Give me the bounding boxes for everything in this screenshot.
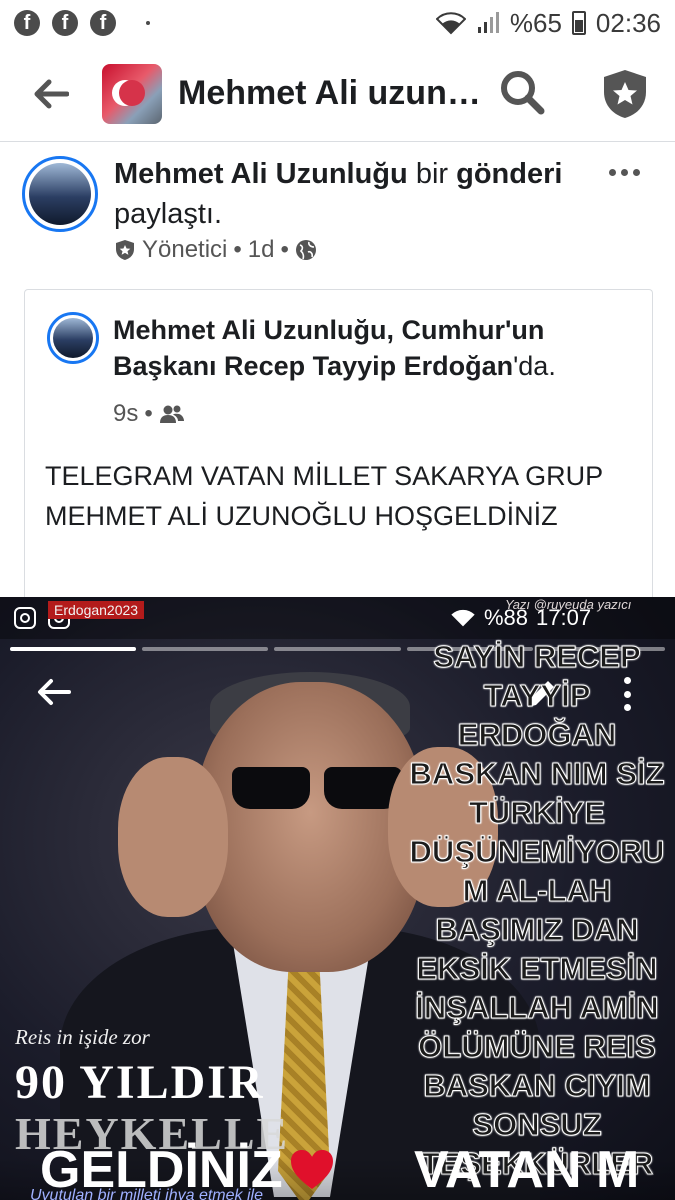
wifi-icon: [435, 12, 466, 35]
facebook-notification-icon: f: [14, 10, 40, 36]
meta-separator: •: [144, 400, 153, 427]
globe-icon: [295, 240, 316, 260]
admin-tools-button[interactable]: [600, 68, 650, 120]
app-header: Mehmet Ali uzun…: [0, 46, 675, 142]
meta-separator: •: [280, 236, 289, 263]
author-avatar[interactable]: [22, 156, 98, 232]
clock: 02:36: [595, 7, 661, 38]
story-status-bar: Erdogan2023 Yazı @ruyeuda yazıcı %88 17:…: [0, 597, 675, 639]
post-header: Mehmet Ali Uzunluğu bir gönderi paylaştı…: [0, 142, 675, 282]
image-caption-large: 90 YILDIR: [15, 1056, 265, 1109]
group-avatar[interactable]: [102, 63, 162, 124]
story-back-button[interactable]: [36, 677, 72, 713]
more-notifications-dot-icon: [146, 21, 150, 25]
story-status: %88 17:07: [450, 605, 591, 631]
battery-percent: %65: [509, 7, 562, 38]
role-label: Yönetici: [142, 236, 228, 263]
image-banner-left: GELDİNİZ: [40, 1140, 335, 1200]
search-icon: [501, 71, 545, 115]
meta-separator: •: [233, 236, 242, 263]
shared-post-text: TELEGRAM VATAN MİLLET SAKARYA GRUP MEHME…: [45, 461, 603, 531]
status-bar: f f f %65 02:36: [0, 0, 675, 46]
author-name-link[interactable]: Mehmet Ali Uzunluğu: [114, 158, 408, 190]
search-button[interactable]: [498, 68, 548, 118]
portrait-hand-left: [118, 757, 228, 917]
post-attribution: Mehmet Ali Uzunluğu bir gönderi paylaştı…: [114, 154, 564, 234]
instagram-icon: [14, 607, 36, 629]
image-caption-small: Reis in işide zor: [15, 1025, 150, 1049]
more-dots-icon: [608, 168, 616, 176]
page-title[interactable]: Mehmet Ali uzun…: [178, 74, 478, 113]
story-battery-percent: %88: [484, 605, 529, 630]
sunglasses: [232, 767, 402, 809]
friends-icon: [159, 405, 184, 423]
action-text: bir: [415, 158, 449, 190]
shared-time[interactable]: 9s: [113, 400, 138, 428]
shared-post-card[interactable]: Mehmet Ali Uzunluğu, Cumhur'un Başkanı R…: [24, 289, 653, 609]
facebook-notification-icon: f: [90, 10, 116, 36]
back-button[interactable]: [20, 63, 82, 125]
story-clock: 17:07: [536, 605, 592, 630]
post-image[interactable]: Erdogan2023 Yazı @ruyeuda yazıcı %88 17:…: [0, 597, 675, 1200]
image-watermark: Erdogan2023: [48, 601, 145, 619]
signal-icon: [477, 12, 499, 33]
shared-suffix: 'da.: [513, 351, 556, 381]
shield-star-icon: [604, 70, 646, 118]
shared-post-title: Mehmet Ali Uzunluğu, Cumhur'un Başkanı R…: [113, 312, 643, 384]
action-text: paylaştı.: [114, 198, 222, 230]
arrow-left-icon: [34, 79, 69, 108]
heart-icon: [289, 1146, 335, 1192]
shared-author-avatar[interactable]: [47, 312, 99, 364]
post-meta: Yönetici • 1d •: [114, 236, 317, 264]
admin-badge-icon: [116, 240, 134, 260]
story-wifi-icon: [451, 609, 475, 627]
image-overlay-text: SAYİN RECEP TAYYİP ERDOĞAN BASKAN NIM Sİ…: [409, 639, 665, 1182]
arrow-left-icon: [38, 679, 71, 705]
battery-icon: [571, 11, 586, 35]
post-link[interactable]: gönderi: [456, 158, 562, 190]
shared-meta: 9s •: [113, 400, 185, 428]
more-options-button[interactable]: [606, 162, 642, 182]
image-banner-right: VATAN M: [414, 1141, 640, 1199]
post-time[interactable]: 1d: [248, 236, 275, 264]
facebook-notification-icon: f: [52, 10, 78, 36]
shared-author-link[interactable]: Mehmet Ali Uzunluğu, Cumhur'un Başkanı R…: [113, 315, 544, 381]
